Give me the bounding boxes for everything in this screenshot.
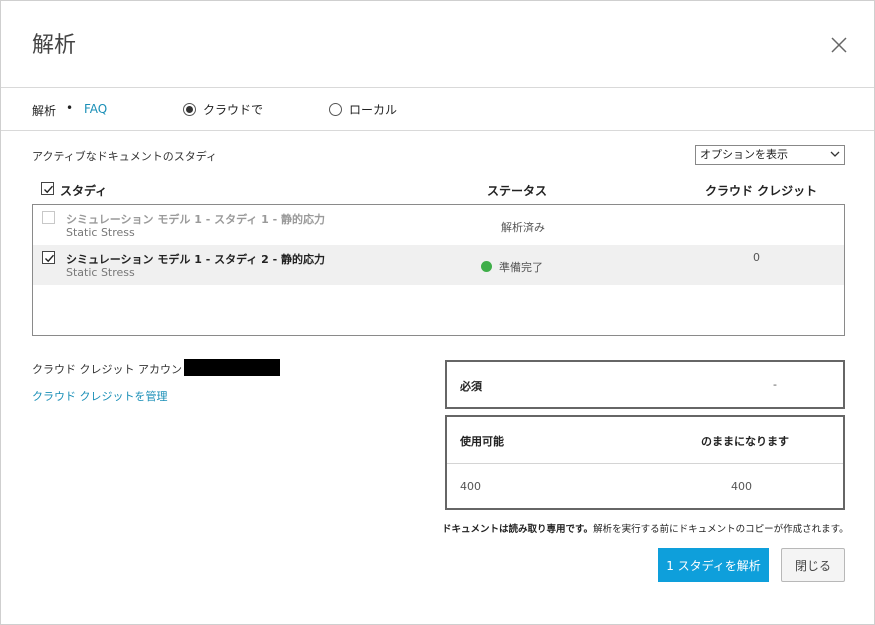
study-status: 解析済み bbox=[501, 221, 545, 234]
required-value: - bbox=[773, 378, 777, 391]
available-credits-box: 使用可能 のままになります 400 400 bbox=[445, 415, 845, 510]
study-list: シミュレーション モデル 1 - スタディ 1 - 静的応力 Static St… bbox=[32, 204, 845, 336]
mode-bar: 解析 • FAQ クラウドで ローカル bbox=[1, 88, 874, 131]
study-name: シミュレーション モデル 1 - スタディ 2 - 静的応力 bbox=[66, 253, 326, 266]
column-header-credits: クラウド クレジット bbox=[705, 184, 818, 198]
radio-local-label: ローカル bbox=[349, 103, 398, 117]
credit-account-label: クラウド クレジット アカウント bbox=[32, 363, 193, 376]
close-button[interactable]: 閉じる bbox=[781, 548, 845, 582]
credit-account-redacted bbox=[184, 359, 280, 376]
study-row-checkbox[interactable] bbox=[42, 211, 55, 224]
options-dropdown[interactable]: オプションを表示 bbox=[695, 145, 845, 165]
dialog-title: 解析 bbox=[32, 33, 77, 58]
readonly-note-bold: ドキュメントは読み取り専用です。 bbox=[442, 524, 594, 535]
column-header-study: スタディ bbox=[60, 184, 108, 198]
study-credits: 0 bbox=[753, 251, 760, 264]
study-row-checkbox[interactable] bbox=[42, 251, 55, 264]
required-credits-box: 必須 - bbox=[445, 360, 845, 409]
manage-credits-link[interactable]: クラウド クレジットを管理 bbox=[32, 388, 168, 404]
available-label: 使用可能 bbox=[460, 435, 504, 448]
available-value: 400 bbox=[460, 480, 481, 493]
analysis-dialog: 解析 解析 • FAQ クラウドで ローカル アクティブなドキュメントのスタディ… bbox=[0, 0, 875, 625]
radio-cloud-label: クラウドで bbox=[203, 103, 264, 117]
radio-cloud-indicator[interactable] bbox=[183, 103, 196, 116]
check-icon bbox=[45, 254, 55, 263]
faq-link[interactable]: FAQ bbox=[84, 102, 107, 116]
studies-section-label: アクティブなドキュメントのスタディ bbox=[32, 150, 218, 163]
remaining-label: のままになります bbox=[701, 435, 789, 448]
readonly-note-text: 解析を実行する前にドキュメントのコピーが作成されます。 bbox=[593, 524, 849, 535]
study-type: Static Stress bbox=[66, 266, 135, 279]
readonly-note: ドキュメントは読み取り専用です。解析を実行する前にドキュメントのコピーが作成され… bbox=[442, 521, 849, 535]
separator-dot: • bbox=[66, 101, 74, 115]
select-all-checkbox[interactable] bbox=[41, 182, 54, 195]
chevron-down-icon bbox=[830, 151, 840, 157]
radio-local[interactable]: ローカル bbox=[329, 101, 397, 118]
check-icon bbox=[44, 185, 54, 194]
ready-dot-icon bbox=[481, 261, 492, 272]
study-status-wrap: 準備完了 bbox=[481, 259, 543, 275]
study-name: シミュレーション モデル 1 - スタディ 1 - 静的応力 bbox=[66, 213, 326, 226]
analysis-label: 解析 bbox=[32, 104, 57, 118]
radio-local-indicator[interactable] bbox=[329, 103, 342, 116]
dialog-header: 解析 bbox=[1, 1, 874, 88]
remaining-value: 400 bbox=[731, 480, 752, 493]
study-row[interactable]: シミュレーション モデル 1 - スタディ 2 - 静的応力 Static St… bbox=[33, 245, 844, 285]
study-row[interactable]: シミュレーション モデル 1 - スタディ 1 - 静的応力 Static St… bbox=[33, 205, 844, 245]
options-dropdown-value: オプションを表示 bbox=[700, 148, 788, 161]
study-status: 準備完了 bbox=[499, 261, 543, 274]
close-icon[interactable] bbox=[827, 33, 851, 57]
available-credits-header: 使用可能 のままになります bbox=[447, 417, 843, 464]
required-label: 必須 bbox=[460, 380, 482, 393]
study-type: Static Stress bbox=[66, 226, 135, 239]
radio-cloud[interactable]: クラウドで bbox=[183, 101, 263, 118]
analyze-button[interactable]: 1 スタディを解析 bbox=[658, 548, 769, 582]
column-header-status: ステータス bbox=[487, 184, 548, 198]
